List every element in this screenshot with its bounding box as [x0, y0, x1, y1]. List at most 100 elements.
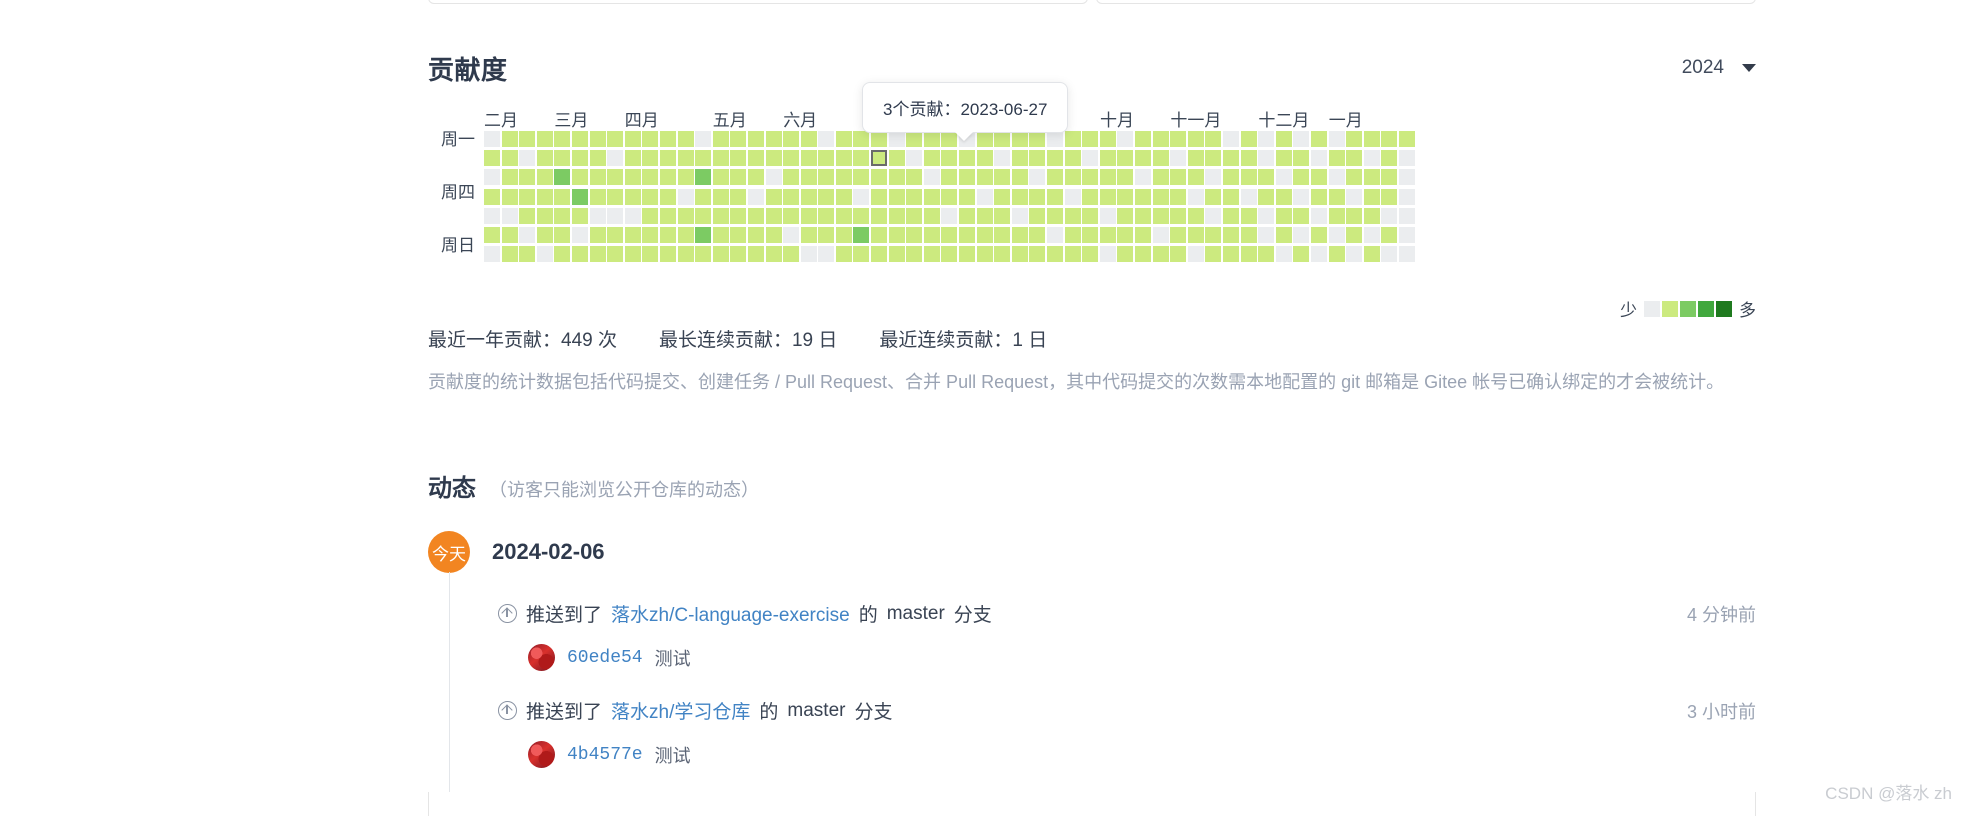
heatmap-cell[interactable]	[624, 207, 641, 224]
heatmap-cell[interactable]	[871, 226, 888, 243]
heatmap-cell[interactable]	[1011, 207, 1028, 224]
heatmap-cell[interactable]	[994, 131, 1011, 147]
heatmap-cell[interactable]	[659, 131, 676, 147]
heatmap-cell[interactable]	[695, 226, 712, 243]
heatmap-cell[interactable]	[1117, 169, 1134, 186]
heatmap-cell[interactable]	[607, 246, 624, 263]
heatmap-cell[interactable]	[818, 150, 835, 167]
heatmap-cell[interactable]	[1381, 207, 1398, 224]
heatmap-cell[interactable]	[923, 226, 940, 243]
heatmap-cell[interactable]	[1398, 188, 1415, 205]
heatmap-cell[interactable]	[554, 226, 571, 243]
heatmap-cell[interactable]	[1152, 150, 1169, 167]
heatmap-cell[interactable]	[1222, 131, 1239, 147]
heatmap-cell[interactable]	[536, 246, 553, 263]
heatmap-cell[interactable]	[730, 188, 747, 205]
heatmap-cell[interactable]	[484, 246, 500, 263]
heatmap-cell[interactable]	[994, 188, 1011, 205]
heatmap-cell[interactable]	[906, 246, 923, 263]
heatmap-cell[interactable]	[1152, 188, 1169, 205]
heatmap-cell[interactable]	[941, 150, 958, 167]
heatmap-cell[interactable]	[1205, 246, 1222, 263]
heatmap-cell[interactable]	[571, 131, 588, 147]
heatmap-cell[interactable]	[554, 131, 571, 147]
heatmap-cell[interactable]	[730, 246, 747, 263]
heatmap-cell[interactable]	[1082, 188, 1099, 205]
heatmap-cell[interactable]	[941, 188, 958, 205]
heatmap-cell[interactable]	[501, 207, 518, 224]
heatmap-cell[interactable]	[1293, 169, 1310, 186]
heatmap-cell[interactable]	[519, 131, 536, 147]
heatmap-cell[interactable]	[1363, 226, 1380, 243]
heatmap-cell[interactable]	[835, 246, 852, 263]
heatmap-cell[interactable]	[536, 188, 553, 205]
heatmap-cell[interactable]	[1205, 169, 1222, 186]
heatmap-cell[interactable]	[1064, 246, 1081, 263]
heatmap-cell[interactable]	[1328, 131, 1345, 147]
heatmap-cell[interactable]	[554, 150, 571, 167]
heatmap-cell[interactable]	[1293, 150, 1310, 167]
heatmap-cell[interactable]	[554, 188, 571, 205]
heatmap-cell[interactable]	[677, 188, 694, 205]
heatmap-cell[interactable]	[1328, 246, 1345, 263]
heatmap-cell[interactable]	[607, 207, 624, 224]
heatmap-cell[interactable]	[484, 207, 500, 224]
heatmap-cell[interactable]	[712, 246, 729, 263]
heatmap-cell[interactable]	[1275, 150, 1292, 167]
heatmap-cell[interactable]	[994, 226, 1011, 243]
heatmap-cell[interactable]	[853, 169, 870, 186]
heatmap-cell[interactable]	[783, 246, 800, 263]
heatmap-cell[interactable]	[923, 150, 940, 167]
heatmap-cell[interactable]	[871, 150, 888, 167]
heatmap-cell[interactable]	[800, 246, 817, 263]
contribution-heatmap[interactable]	[484, 131, 1415, 264]
heatmap-cell[interactable]	[976, 246, 993, 263]
heatmap-cell[interactable]	[783, 169, 800, 186]
heatmap-cell[interactable]	[712, 169, 729, 186]
heatmap-cell[interactable]	[501, 246, 518, 263]
heatmap-cell[interactable]	[1099, 150, 1116, 167]
heatmap-cell[interactable]	[1117, 188, 1134, 205]
heatmap-cell[interactable]	[1398, 131, 1415, 147]
heatmap-cell[interactable]	[765, 226, 782, 243]
heatmap-cell[interactable]	[871, 207, 888, 224]
repo-link[interactable]: 落水zh/学习仓库	[611, 697, 750, 724]
heatmap-cell[interactable]	[536, 169, 553, 186]
heatmap-cell[interactable]	[484, 226, 500, 243]
heatmap-cell[interactable]	[800, 207, 817, 224]
heatmap-cell[interactable]	[1293, 131, 1310, 147]
heatmap-cell[interactable]	[1293, 246, 1310, 263]
heatmap-cell[interactable]	[1398, 246, 1415, 263]
heatmap-cell[interactable]	[677, 226, 694, 243]
heatmap-cell[interactable]	[1240, 207, 1257, 224]
heatmap-cell[interactable]	[624, 150, 641, 167]
heatmap-cell[interactable]	[1240, 169, 1257, 186]
heatmap-cell[interactable]	[1328, 226, 1345, 243]
heatmap-cell[interactable]	[607, 226, 624, 243]
heatmap-cell[interactable]	[589, 207, 606, 224]
heatmap-cell[interactable]	[1011, 188, 1028, 205]
heatmap-cell[interactable]	[1117, 150, 1134, 167]
heatmap-cell[interactable]	[554, 169, 571, 186]
heatmap-cell[interactable]	[1187, 188, 1204, 205]
heatmap-cell[interactable]	[1346, 246, 1363, 263]
heatmap-cell[interactable]	[642, 131, 659, 147]
heatmap-cell[interactable]	[1258, 207, 1275, 224]
heatmap-cell[interactable]	[1029, 188, 1046, 205]
heatmap-cell[interactable]	[501, 188, 518, 205]
heatmap-cell[interactable]	[1117, 131, 1134, 147]
heatmap-cell[interactable]	[589, 150, 606, 167]
heatmap-cell[interactable]	[484, 131, 500, 147]
heatmap-cell[interactable]	[1047, 169, 1063, 186]
heatmap-cell[interactable]	[976, 169, 993, 186]
heatmap-cell[interactable]	[1029, 150, 1046, 167]
heatmap-cell[interactable]	[1047, 131, 1063, 147]
heatmap-cell[interactable]	[1047, 207, 1063, 224]
heatmap-cell[interactable]	[1310, 169, 1327, 186]
heatmap-cell[interactable]	[1047, 246, 1063, 263]
heatmap-cell[interactable]	[835, 226, 852, 243]
heatmap-cell[interactable]	[765, 169, 782, 186]
heatmap-cell[interactable]	[730, 131, 747, 147]
year-selector[interactable]: 2024	[1682, 57, 1756, 79]
heatmap-cell[interactable]	[871, 188, 888, 205]
